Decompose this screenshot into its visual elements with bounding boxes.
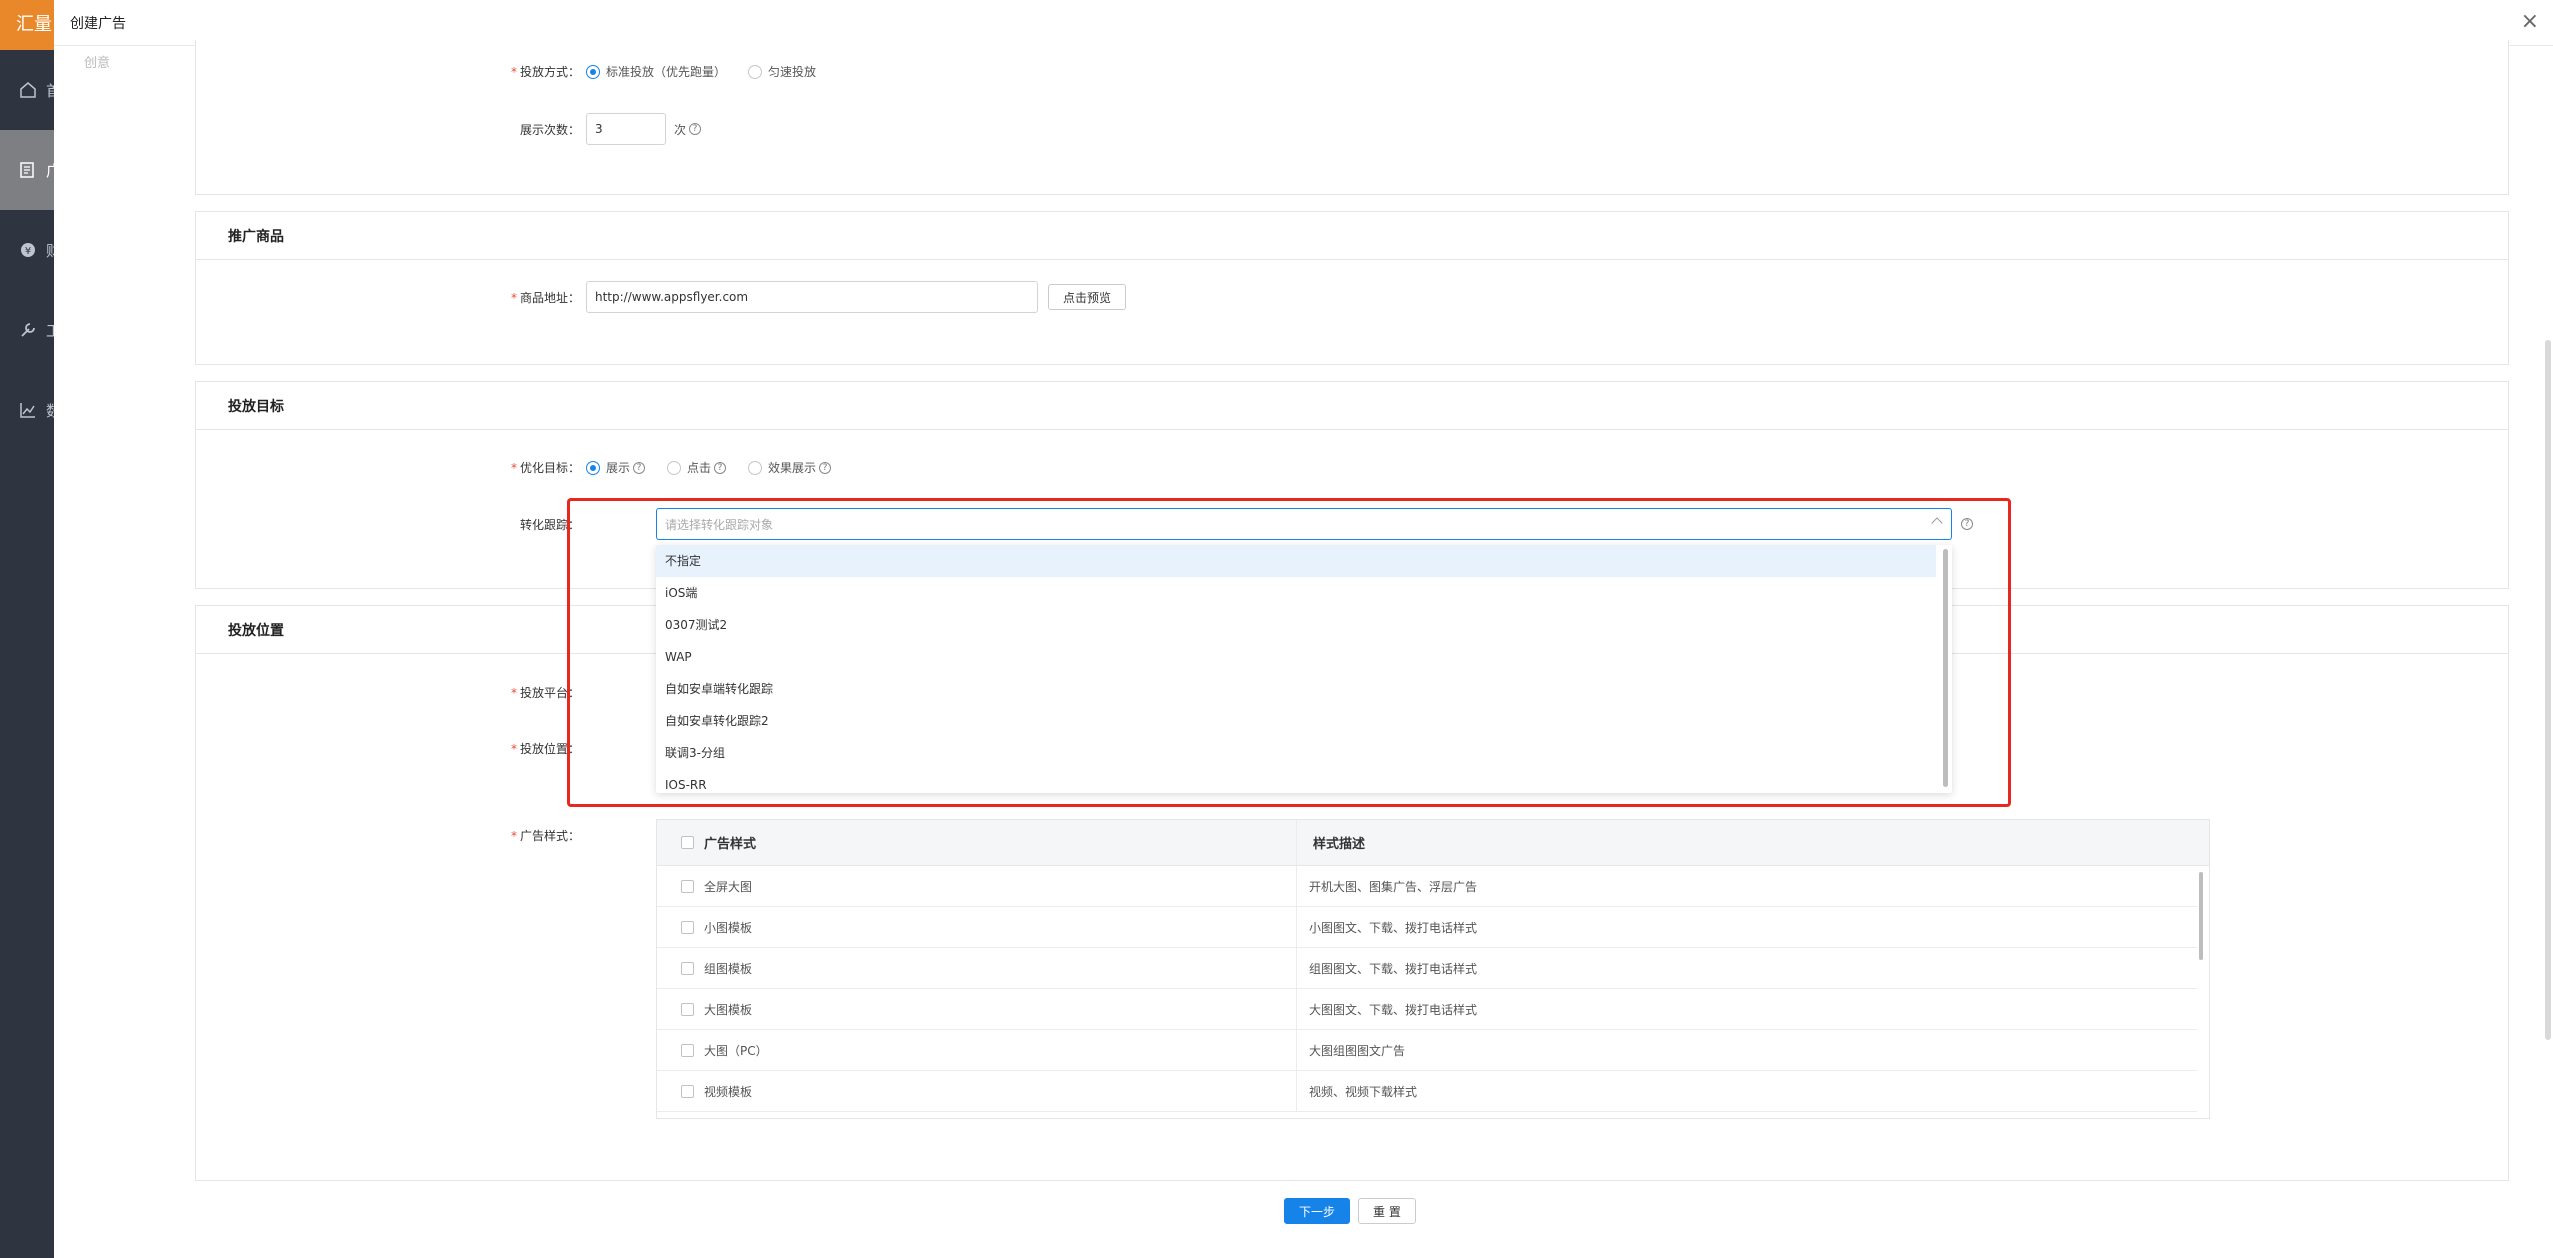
row-checkbox[interactable] bbox=[681, 1043, 694, 1057]
home-icon bbox=[20, 82, 36, 98]
chevron-up-icon bbox=[1931, 517, 1943, 529]
table-row[interactable]: 全屏大图 开机大图、图集广告、浮层广告 bbox=[657, 866, 2197, 907]
impressions-unit: 次 bbox=[674, 122, 687, 137]
row-checkbox[interactable] bbox=[681, 1084, 694, 1098]
platform-row: * 投放平台： bbox=[510, 686, 580, 700]
position-label: 投放位置： bbox=[519, 742, 580, 756]
tracking-label: 转化跟踪： bbox=[519, 518, 580, 532]
table-row[interactable]: 组图模板 组图图文、下载、拨打电话样式 bbox=[657, 948, 2197, 989]
table-row[interactable]: 视频模板 视频、视频下载样式 bbox=[657, 1071, 2197, 1112]
reset-button[interactable]: 重 置 bbox=[1358, 1198, 1416, 1224]
sidebar-item-label: 工具 bbox=[46, 321, 54, 340]
radio-standard-delivery[interactable]: 标准投放（优先跑量） bbox=[586, 63, 726, 80]
side-nav: 汇量 首页 广告 ¥ 财务 工具 数据 bbox=[0, 0, 54, 1258]
help-icon[interactable]: ? bbox=[819, 461, 832, 474]
finance-icon: ¥ bbox=[21, 243, 35, 257]
help-icon[interactable]: ? bbox=[714, 461, 727, 474]
create-ad-drawer: 创建广告 × 创意 * 投放方式： 标准投放（优先跑量） 匀速投放 展示次数： 3… bbox=[54, 0, 2553, 1258]
help-icon[interactable]: ? bbox=[633, 461, 646, 474]
dropdown-option[interactable]: iOS端 bbox=[656, 577, 1936, 609]
optimize-goal-label: 优化目标： bbox=[519, 461, 580, 475]
dropdown-option[interactable]: 自如安卓转化跟踪2 bbox=[656, 705, 1936, 737]
row-checkbox[interactable] bbox=[681, 961, 694, 975]
tracking-select[interactable]: 请选择转化跟踪对象 bbox=[656, 508, 1952, 540]
radio-goal-effect[interactable]: 效果展示? bbox=[748, 459, 832, 476]
preview-button[interactable]: 点击预览 bbox=[1048, 284, 1127, 310]
product-url-label: 商品地址： bbox=[519, 290, 580, 305]
delivery-method-row: * 投放方式： 标准投放（优先跑量） 匀速投放 bbox=[510, 63, 817, 80]
tools-icon bbox=[21, 323, 35, 337]
section-title: 投放目标 bbox=[196, 382, 2508, 430]
dropdown-option[interactable]: IOS-RR bbox=[656, 769, 1936, 793]
brand-logo: 汇量 bbox=[0, 0, 54, 50]
sidebar-item-tools[interactable]: 工具 bbox=[0, 290, 54, 370]
sidebar-item-label: 财务 bbox=[46, 241, 54, 260]
radio-goal-impression[interactable]: 展示? bbox=[586, 459, 646, 476]
radio-goal-click[interactable]: 点击? bbox=[667, 459, 727, 476]
sidebar-item-finance[interactable]: ¥ 财务 bbox=[0, 210, 54, 290]
product-url-input[interactable]: http://www.appsflyer.com bbox=[586, 281, 1038, 313]
table-row[interactable]: 大图模板 大图图文、下载、拨打电话样式 bbox=[657, 989, 2197, 1030]
row-checkbox[interactable] bbox=[681, 920, 694, 934]
dropdown-option[interactable]: 联调3-分组 bbox=[656, 737, 1936, 769]
column-header: 样式描述 bbox=[1313, 837, 1366, 852]
dropdown-option[interactable]: 0307测试2 bbox=[656, 609, 1936, 641]
column-header: 广告样式 bbox=[704, 837, 757, 852]
table-row[interactable]: 小图模板 小图图文、下载、拨打电话样式 bbox=[657, 907, 2197, 948]
dropdown-scrollbar[interactable] bbox=[1943, 549, 1948, 787]
section-title: 推广商品 bbox=[196, 212, 2508, 260]
sidebar-item-label: 首页 bbox=[46, 81, 54, 100]
sidebar-item-label: 广告 bbox=[46, 161, 54, 180]
impressions-input[interactable]: 3 bbox=[586, 113, 666, 145]
dropdown-option[interactable]: WAP bbox=[656, 641, 1936, 673]
chart-icon bbox=[20, 403, 35, 418]
dropdown-option[interactable]: 不指定 bbox=[656, 545, 1936, 577]
table-row[interactable]: 大图（PC） 大图组图图文广告 bbox=[657, 1030, 2197, 1071]
dropdown-option[interactable]: 自如安卓端转化跟踪 bbox=[656, 673, 1936, 705]
impressions-row: 展示次数： 3 次 ? bbox=[506, 113, 702, 145]
ad-style-label: 广告样式： bbox=[519, 829, 580, 843]
footer-actions: 下一步 重 置 bbox=[1284, 1198, 1416, 1224]
step-label: 创意 bbox=[84, 56, 111, 71]
sidebar-item-ads[interactable]: 广告 bbox=[0, 130, 54, 210]
close-icon[interactable]: × bbox=[2521, 10, 2539, 34]
row-checkbox[interactable] bbox=[681, 1002, 694, 1016]
ad-list-icon bbox=[20, 162, 34, 178]
ad-style-row: * 广告样式： bbox=[510, 829, 580, 843]
svg-text:¥: ¥ bbox=[25, 246, 31, 257]
next-button[interactable]: 下一步 bbox=[1284, 1198, 1351, 1224]
help-icon[interactable]: ? bbox=[689, 123, 702, 135]
platform-label: 投放平台： bbox=[519, 686, 580, 700]
ad-style-table: 广告样式 样式描述 全屏大图 开机大图、图集广告、浮层广告 小图模板 小图图文、… bbox=[656, 819, 2210, 1119]
sidebar-item-home[interactable]: 首页 bbox=[0, 50, 54, 130]
select-all-checkbox[interactable] bbox=[681, 836, 694, 849]
position-row: * 投放位置： bbox=[510, 742, 580, 756]
drawer-scrollbar[interactable] bbox=[2545, 340, 2551, 1040]
optimize-goal-row: * 优化目标： 展示? 点击? 效果展示? bbox=[506, 459, 853, 476]
sidebar-item-data[interactable]: 数据 bbox=[0, 370, 54, 450]
delivery-method-label: 投放方式： bbox=[519, 65, 580, 79]
help-icon[interactable]: ? bbox=[1961, 518, 1973, 530]
drawer-title: 创建广告 bbox=[70, 15, 126, 32]
sidebar-item-label: 数据 bbox=[46, 401, 54, 420]
radio-even-delivery[interactable]: 匀速投放 bbox=[748, 63, 816, 80]
table-scrollbar[interactable] bbox=[2199, 872, 2203, 960]
product-url-row: * 商品地址： http://www.appsflyer.com 点击预览 bbox=[506, 281, 1127, 313]
tracking-placeholder: 请选择转化跟踪对象 bbox=[665, 517, 774, 532]
tracking-dropdown: 不指定 iOS端 0307测试2 WAP 自如安卓端转化跟踪 自如安卓转化跟踪2… bbox=[656, 545, 1952, 793]
table-header: 广告样式 样式描述 bbox=[657, 820, 2209, 866]
tracking-row: 转化跟踪： bbox=[506, 516, 586, 533]
row-checkbox[interactable] bbox=[681, 879, 694, 893]
impressions-label: 展示次数： bbox=[519, 122, 580, 137]
